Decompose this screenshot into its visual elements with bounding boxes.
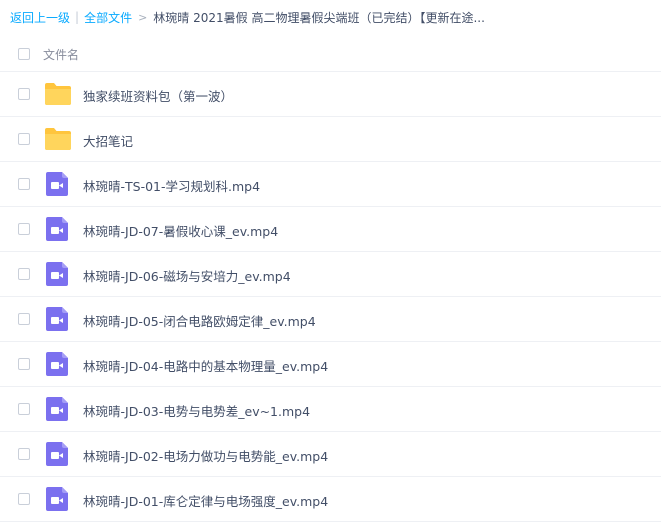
file-row[interactable]: 林琬晴-JD-03-电势与电势差_ev~1.mp4 — [0, 387, 661, 432]
breadcrumb-arrow: > — [138, 10, 148, 24]
folder-row[interactable]: 独家续班资料包（第一波） — [0, 72, 661, 117]
folder-row[interactable]: 大招笔记 — [0, 117, 661, 162]
current-folder-title: 林琬晴 2021暑假 高二物理暑假尖端班（已完结）【更新在途... — [153, 10, 485, 25]
row-checkbox[interactable] — [18, 223, 30, 235]
file-name[interactable]: 独家续班资料包（第一波） — [83, 86, 233, 105]
file-list-header: 文件名 — [0, 37, 661, 72]
video-file-icon — [44, 486, 72, 512]
file-row[interactable]: 林琬晴-TS-01-学习规划科.mp4 — [0, 162, 661, 207]
video-file-icon — [44, 261, 72, 287]
all-files-link[interactable]: 全部文件 — [84, 9, 132, 26]
file-row[interactable]: 林琬晴-JD-04-电路中的基本物理量_ev.mp4 — [0, 342, 661, 387]
file-row[interactable]: 林琬晴-JD-07-暑假收心课_ev.mp4 — [0, 207, 661, 252]
file-row[interactable]: 林琬晴-JD-06-磁场与安培力_ev.mp4 — [0, 252, 661, 297]
row-checkbox[interactable] — [18, 133, 30, 145]
row-checkbox[interactable] — [18, 403, 30, 415]
video-file-icon — [44, 171, 72, 197]
video-file-icon — [44, 396, 72, 422]
column-header-filename: 文件名 — [43, 48, 80, 62]
video-file-icon — [44, 441, 72, 467]
file-name[interactable]: 林琬晴-JD-02-电场力做功与电势能_ev.mp4 — [83, 446, 328, 465]
file-name[interactable]: 林琬晴-JD-03-电势与电势差_ev~1.mp4 — [83, 401, 310, 420]
breadcrumb-separator: | — [75, 10, 80, 24]
file-name[interactable]: 林琬晴-JD-07-暑假收心课_ev.mp4 — [83, 221, 278, 240]
select-all-checkbox[interactable] — [18, 48, 30, 60]
file-name[interactable]: 林琬晴-JD-05-闭合电路欧姆定律_ev.mp4 — [83, 311, 316, 330]
file-name[interactable]: 大招笔记 — [83, 131, 133, 150]
back-link[interactable]: 返回上一级 — [10, 9, 70, 26]
row-checkbox[interactable] — [18, 493, 30, 505]
video-file-icon — [44, 306, 72, 332]
file-name[interactable]: 林琬晴-TS-01-学习规划科.mp4 — [83, 176, 260, 195]
folder-icon — [44, 126, 72, 152]
breadcrumb: 返回上一级 | 全部文件 > 林琬晴 2021暑假 高二物理暑假尖端班（已完结）… — [10, 8, 485, 26]
folder-icon — [44, 81, 72, 107]
file-name[interactable]: 林琬晴-JD-04-电路中的基本物理量_ev.mp4 — [83, 356, 328, 375]
file-name[interactable]: 林琬晴-JD-06-磁场与安培力_ev.mp4 — [83, 266, 291, 285]
video-file-icon — [44, 216, 72, 242]
row-checkbox[interactable] — [18, 448, 30, 460]
file-row[interactable]: 林琬晴-JD-05-闭合电路欧姆定律_ev.mp4 — [0, 297, 661, 342]
row-checkbox[interactable] — [18, 313, 30, 325]
video-file-icon — [44, 351, 72, 377]
file-name[interactable]: 林琬晴-JD-01-库仑定律与电场强度_ev.mp4 — [83, 491, 328, 510]
row-checkbox[interactable] — [18, 178, 30, 190]
file-row[interactable]: 林琬晴-JD-02-电场力做功与电势能_ev.mp4 — [0, 432, 661, 477]
row-checkbox[interactable] — [18, 88, 30, 100]
row-checkbox[interactable] — [18, 358, 30, 370]
file-row[interactable]: 林琬晴-JD-01-库仑定律与电场强度_ev.mp4 — [0, 477, 661, 522]
row-checkbox[interactable] — [18, 268, 30, 280]
